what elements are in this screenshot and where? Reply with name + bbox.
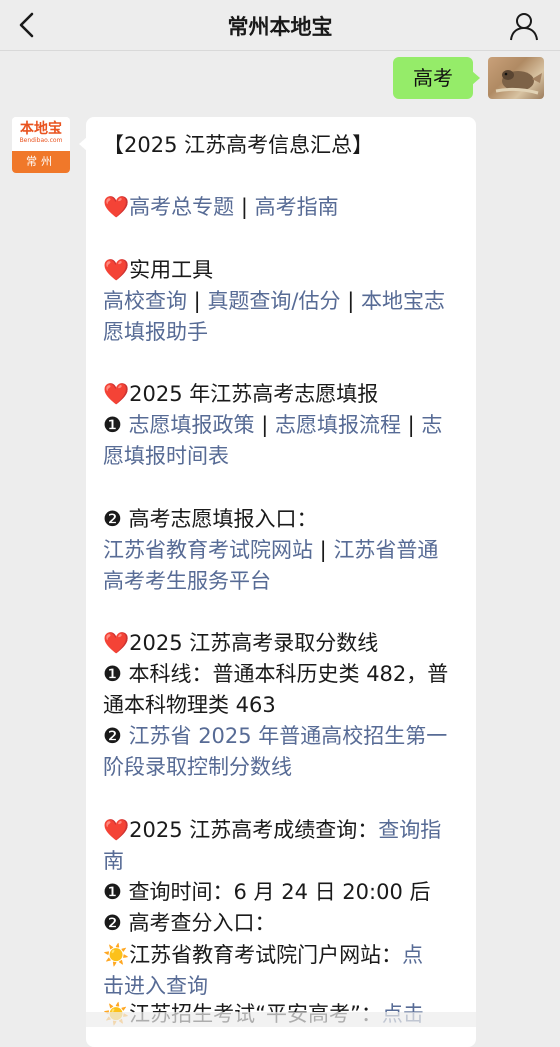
separator: | [254, 413, 275, 437]
link-exam-institute-site[interactable]: 江苏省教育考试院网站 [103, 538, 313, 562]
tools-links-line1: 高校查询 | 真题查询/估分 | 本地宝志 [103, 286, 464, 317]
sender-avatar[interactable]: 本地宝 Bendibao.com 常州 [12, 117, 70, 173]
link-exam-search[interactable]: 真题查询/估分 [207, 289, 340, 313]
separator: | [187, 289, 208, 313]
outgoing-message-bubble[interactable]: 高考 [393, 57, 480, 99]
top-bar: 常州本地宝 [0, 0, 560, 51]
section-topics: ❤️高考总专题 | 高考指南 [103, 192, 464, 223]
number-1-badge: ❶ [103, 880, 122, 904]
tools-heading: 实用工具 [129, 258, 214, 282]
number-2-badge: ❷ [103, 507, 122, 531]
heart-icon: ❤️ [103, 818, 130, 842]
heart-icon: ❤️ [103, 258, 130, 282]
link-gaokao-topic[interactable]: 高考总专题 [129, 195, 234, 219]
bird-image-icon [495, 70, 542, 95]
section-tools-heading: ❤️实用工具 [103, 255, 464, 286]
heart-icon: ❤️ [103, 382, 130, 406]
link-control-score-line-cont[interactable]: 阶段录取控制分数线 [103, 755, 292, 779]
results-guide-line2: 南 [103, 846, 464, 877]
application-links-line1: ❶ 志愿填报政策 | 志愿填报流程 | 志 [103, 410, 464, 441]
scores-line1: ❶ 本科线：普通本科历史类 482，普 [103, 659, 464, 690]
link-student-service-platform-cont[interactable]: 高考考生服务平台 [103, 569, 271, 593]
number-2-badge: ❷ [103, 911, 122, 935]
results-heading: 2025 江苏高考成绩查询： [129, 818, 379, 842]
bottom-edge [0, 1012, 560, 1027]
number-2-badge: ❷ [103, 724, 122, 748]
link-application-process[interactable]: 志愿填报流程 [275, 413, 401, 437]
link-query-guide-cont[interactable]: 南 [103, 849, 124, 873]
entry-heading: 高考志愿填报入口： [128, 507, 318, 531]
query-item1: 江苏省教育考试院门户网站： [129, 943, 403, 967]
number-1-badge: ❶ [103, 662, 122, 686]
link-application-assistant[interactable]: 本地宝志 [361, 289, 445, 313]
query-item1-line1: ☀️江苏省教育考试院门户网站：点 [103, 940, 464, 971]
scores-heading: 2025 江苏高考录取分数线 [129, 631, 379, 655]
section-scores-heading: ❤️2025 江苏高考录取分数线 [103, 628, 464, 659]
query-entry-line: ❷ 高考查分入口： [103, 908, 464, 939]
tools-links-line2: 愿填报助手 [103, 317, 464, 348]
separator: | [234, 195, 255, 219]
link-control-score-line[interactable]: 江苏省 2025 年普通高校招生第一 [129, 724, 448, 748]
scores-line2: 通本科物理类 463 [103, 693, 276, 717]
link-application-assistant-cont[interactable]: 愿填报助手 [103, 320, 208, 344]
query-entry: 高考查分入口： [128, 911, 276, 935]
sender-logo: 本地宝 Bendibao.com [12, 117, 70, 151]
link-student-service-platform[interactable]: 江苏省普通 [333, 538, 438, 562]
scores-link-line2: 阶段录取控制分数线 [103, 752, 464, 783]
link-query-portal-cont[interactable]: 击进入查询 [103, 974, 208, 998]
query-time-line: ❶ 查询时间：6 月 24 日 20:00 后 [103, 877, 464, 908]
scores-text: 本科线：普通本科历史类 482，普 [128, 662, 449, 686]
separator: | [313, 538, 334, 562]
application-links-line2: 愿填报时间表 [103, 441, 464, 472]
link-query-guide[interactable]: 查询指 [378, 818, 441, 842]
user-avatar[interactable] [488, 57, 544, 99]
sender-city: 常州 [12, 151, 70, 173]
separator: | [340, 289, 361, 313]
message-title: 【2025 江苏高考信息汇总】 [103, 133, 374, 157]
link-gaokao-guide[interactable]: 高考指南 [255, 195, 339, 219]
query-item1-line2: 击进入查询 [103, 971, 464, 1002]
sun-icon: ☀️ [103, 943, 130, 967]
application-heading: 2025 年江苏高考志愿填报 [129, 382, 379, 406]
link-application-policy[interactable]: 志愿填报政策 [129, 413, 255, 437]
separator: | [400, 413, 422, 437]
entry-links-line1: 江苏省教育考试院网站 | 江苏省普通 [103, 535, 464, 566]
page-title: 常州本地宝 [227, 15, 333, 39]
link-college-search[interactable]: 高校查询 [103, 289, 187, 313]
link-application-schedule[interactable]: 志 [421, 413, 442, 437]
profile-icon[interactable] [508, 10, 540, 42]
entry-links-line2: 高考考生服务平台 [103, 566, 464, 597]
entry-heading-line: ❷ 高考志愿填报入口： [103, 504, 464, 535]
number-1-badge: ❶ [103, 413, 122, 437]
section-results-heading: ❤️2025 江苏高考成绩查询：查询指 [103, 815, 464, 846]
scores-link-line1: ❷ 江苏省 2025 年普通高校招生第一 [103, 721, 464, 752]
incoming-message-bubble: 【2025 江苏高考信息汇总】 ❤️高考总专题 | 高考指南 ❤️实用工具 高校… [79, 117, 476, 1047]
query-time: 查询时间：6 月 24 日 20:00 后 [128, 880, 431, 904]
sender-logo-text: 本地宝 [20, 121, 62, 137]
heart-icon: ❤️ [103, 631, 130, 655]
link-query-portal[interactable]: 点 [402, 943, 423, 967]
sender-logo-sub: Bendibao.com [19, 137, 63, 144]
link-application-schedule-cont[interactable]: 愿填报时间表 [103, 444, 229, 468]
heart-icon: ❤️ [103, 195, 130, 219]
section-application-heading: ❤️2025 年江苏高考志愿填报 [103, 379, 464, 410]
